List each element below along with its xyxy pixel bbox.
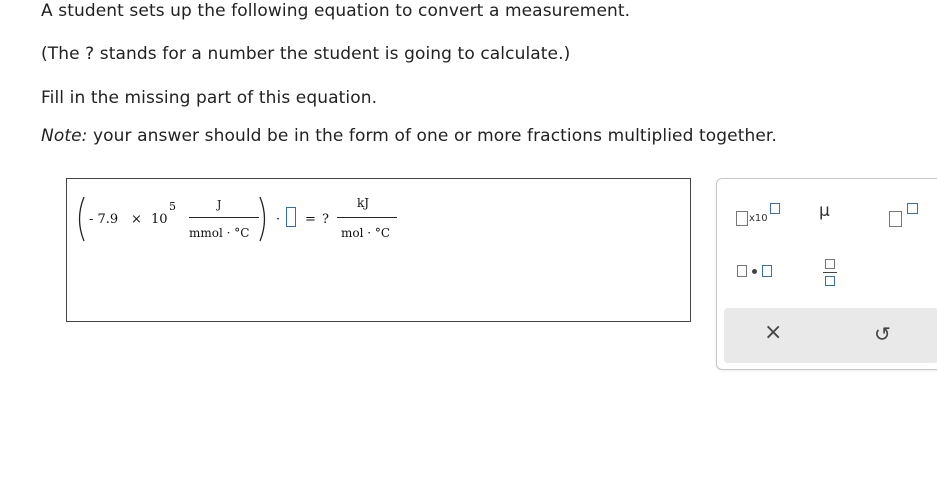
undo-icon: ↺	[874, 322, 891, 346]
lhs-numerator: J	[217, 198, 222, 211]
left-factor-box-icon	[737, 265, 747, 277]
instruction-line-1: A student sets up the following equation…	[41, 1, 631, 21]
coefficient: - 7.9	[89, 212, 119, 227]
note-label: Note:	[41, 126, 88, 146]
multiply-dot: ·	[276, 212, 281, 227]
toolbox-action-bar: × ↺	[724, 308, 937, 363]
numerator-box-icon	[825, 259, 835, 269]
coefficient-box-icon	[736, 211, 748, 226]
rhs-fraction-bar	[337, 217, 397, 218]
blank-input[interactable]	[286, 207, 296, 227]
exponent-base: 10	[151, 212, 168, 227]
base-box-icon	[889, 211, 902, 227]
close-icon: ×	[764, 320, 783, 345]
dot-icon	[752, 269, 757, 274]
scientific-notation-button[interactable]: x10	[735, 203, 783, 229]
note-line: Note: your answer should be in the form …	[41, 126, 777, 146]
instruction-line-3: Fill in the missing part of this equatio…	[41, 88, 378, 108]
left-paren	[78, 196, 85, 242]
note-text: your answer should be in the form of one…	[87, 126, 777, 146]
denominator-box-icon	[825, 276, 835, 286]
fraction-line-icon	[823, 272, 837, 273]
lhs-denominator: mmol · °C	[189, 226, 250, 240]
undo-button[interactable]: ↺	[874, 322, 898, 350]
right-paren	[259, 196, 266, 242]
lhs-fraction-bar	[189, 217, 259, 218]
instruction-line-2: (The ? stands for a number the student i…	[41, 44, 571, 64]
mu-button[interactable]: μ	[819, 201, 839, 227]
mu-symbol: μ	[819, 201, 830, 221]
x10-label: x10	[749, 213, 768, 224]
multiply-dot-button[interactable]	[737, 263, 781, 281]
equals-sign: =	[305, 212, 316, 227]
clear-button[interactable]: ×	[764, 320, 788, 348]
fraction-button[interactable]	[823, 257, 839, 289]
answer-input-area[interactable]: - 7.9 × 10 5 J mmol · °C · = ? kJ mol · …	[66, 178, 691, 322]
right-factor-box-icon	[762, 265, 772, 277]
superscript-box-icon	[907, 203, 918, 214]
unknown-value: ?	[322, 212, 329, 227]
exponent-value: 5	[169, 200, 176, 213]
math-toolbox: x10 μ × ↺	[716, 178, 937, 370]
exponent-box-icon	[770, 203, 780, 214]
superscript-button[interactable]	[889, 201, 925, 229]
rhs-denominator: mol · °C	[341, 226, 391, 240]
times-sign: ×	[131, 212, 142, 227]
rhs-numerator: kJ	[357, 196, 370, 210]
